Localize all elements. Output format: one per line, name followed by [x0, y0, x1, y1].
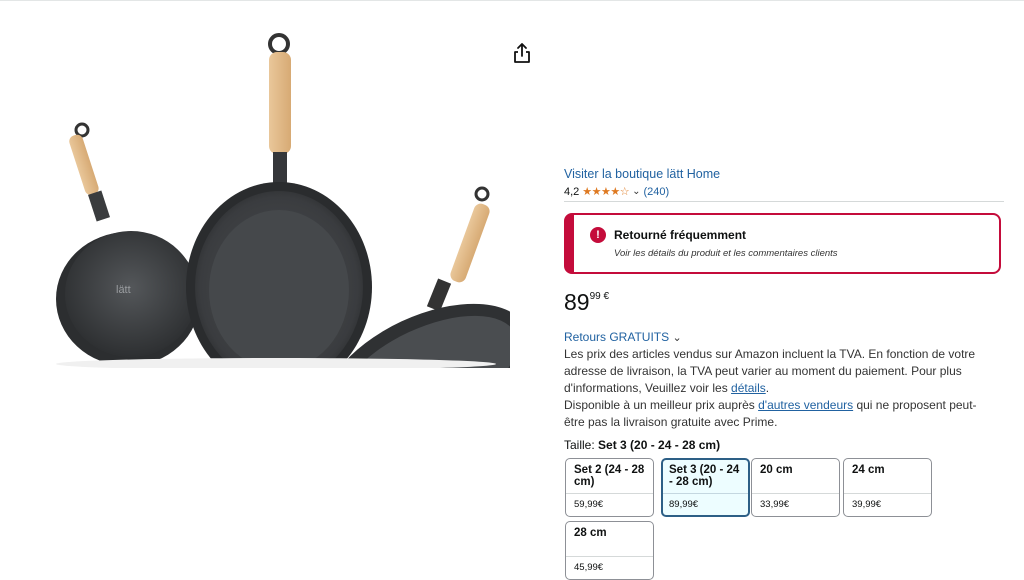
size-option-24cm[interactable]: 24 cm 39,99€	[843, 458, 932, 517]
rating-value: 4,2	[564, 185, 580, 198]
divider	[564, 201, 1004, 202]
size-option-name: Set 2 (24 - 28 cm)	[574, 464, 645, 488]
alert-title: Retourné fréquemment	[614, 228, 747, 242]
size-option-name: 20 cm	[760, 464, 793, 476]
tax-info-text: Les prix des articles vendus sur Amazon …	[564, 346, 994, 431]
size-option-20cm[interactable]: 20 cm 33,99€	[751, 458, 840, 517]
price: 8999 €	[564, 289, 609, 316]
size-option-28cm[interactable]: 28 cm 45,99€	[565, 521, 654, 580]
details-link[interactable]: détails	[731, 381, 766, 395]
frequently-returned-alert: ! Retourné fréquemment Voir les détails …	[564, 213, 1001, 274]
top-border	[0, 0, 1024, 1]
size-option-set-2[interactable]: Set 2 (24 - 28 cm) 59,99€	[565, 458, 654, 517]
divider	[566, 556, 653, 557]
size-option-name: 24 cm	[852, 464, 885, 476]
offers-text: Disponible à un meilleur prix auprès	[564, 398, 759, 412]
size-option-name: 28 cm	[574, 527, 607, 539]
rating-stars[interactable]: ★★★★☆	[582, 185, 629, 198]
rating-count-link[interactable]: (240)	[644, 186, 670, 198]
other-sellers-link[interactable]: d'autres vendeurs	[758, 398, 853, 412]
alert-icon: !	[590, 227, 606, 243]
size-option-price: 89,99€	[669, 499, 699, 510]
size-option-price: 45,99€	[574, 562, 604, 573]
price-fraction: 99 €	[589, 291, 610, 302]
size-option-name: Set 3 (20 - 24 - 28 cm)	[669, 464, 740, 488]
small-pan: lätt	[56, 231, 200, 366]
divider	[844, 493, 931, 494]
pan-logo: lätt	[116, 284, 131, 296]
chevron-down-icon[interactable]: ⌄	[632, 186, 640, 197]
divider	[566, 493, 653, 494]
divider	[663, 493, 748, 494]
divider	[752, 493, 839, 494]
product-image[interactable]: lätt	[36, 22, 510, 368]
alert-subtitle: Voir les détails du produit et les comme…	[614, 248, 838, 259]
share-button[interactable]	[512, 42, 532, 64]
rating-row: 4,2 ★★★★☆ ⌄ (240)	[564, 185, 670, 199]
chevron-down-icon: ⌄	[672, 332, 682, 344]
size-option-price: 39,99€	[852, 499, 882, 510]
price-whole: 89	[564, 289, 590, 315]
size-option-price: 33,99€	[760, 499, 790, 510]
store-link[interactable]: Visiter la boutique lätt Home	[564, 167, 720, 181]
size-selected-value: Set 3 (20 - 24 - 28 cm)	[598, 438, 721, 452]
size-option-set-3[interactable]: Set 3 (20 - 24 - 28 cm) 89,99€	[661, 458, 750, 517]
tax-text: Les prix des articles vendus sur Amazon …	[564, 347, 976, 395]
size-option-price: 59,99€	[574, 499, 604, 510]
returns-label: Retours GRATUITS	[564, 330, 670, 344]
share-icon	[514, 43, 530, 63]
tax-text-end: .	[765, 381, 770, 395]
free-returns-link[interactable]: Retours GRATUITS ⌄	[564, 330, 682, 344]
size-label-text: Taille:	[564, 438, 595, 452]
size-label: Taille: Set 3 (20 - 24 - 28 cm)	[564, 438, 720, 452]
